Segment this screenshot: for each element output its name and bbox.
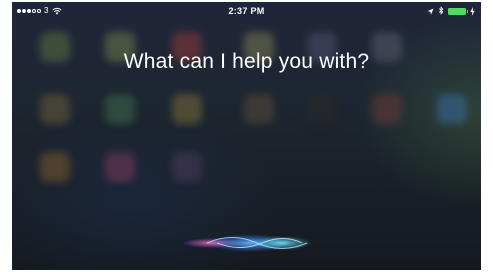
blurred-app-icon [244,94,274,124]
blurred-app-icon [172,94,202,124]
blurred-app-icon [307,94,337,124]
battery-icon [448,8,468,15]
blurred-app-icon [172,152,202,182]
location-arrow-icon [427,7,434,17]
status-right [427,6,475,17]
blurred-app-icon [437,94,467,124]
status-time: 2:37 PM [228,6,265,16]
status-bar: 3 2:37 PM [12,2,481,20]
blurred-app-icon [40,94,70,124]
siri-waveform-icon[interactable] [12,228,481,258]
device-frame: 3 2:37 PM What can I help you with? [0,0,493,272]
blurred-app-icon [105,94,135,124]
charging-bolt-icon [470,7,475,16]
bluetooth-icon [438,6,444,17]
siri-screen: 3 2:37 PM What can I help you with? [12,2,481,270]
blurred-app-icon [105,152,135,182]
blurred-app-icon [40,152,70,182]
siri-prompt: What can I help you with? [123,50,370,73]
blurred-app-icon [372,94,402,124]
